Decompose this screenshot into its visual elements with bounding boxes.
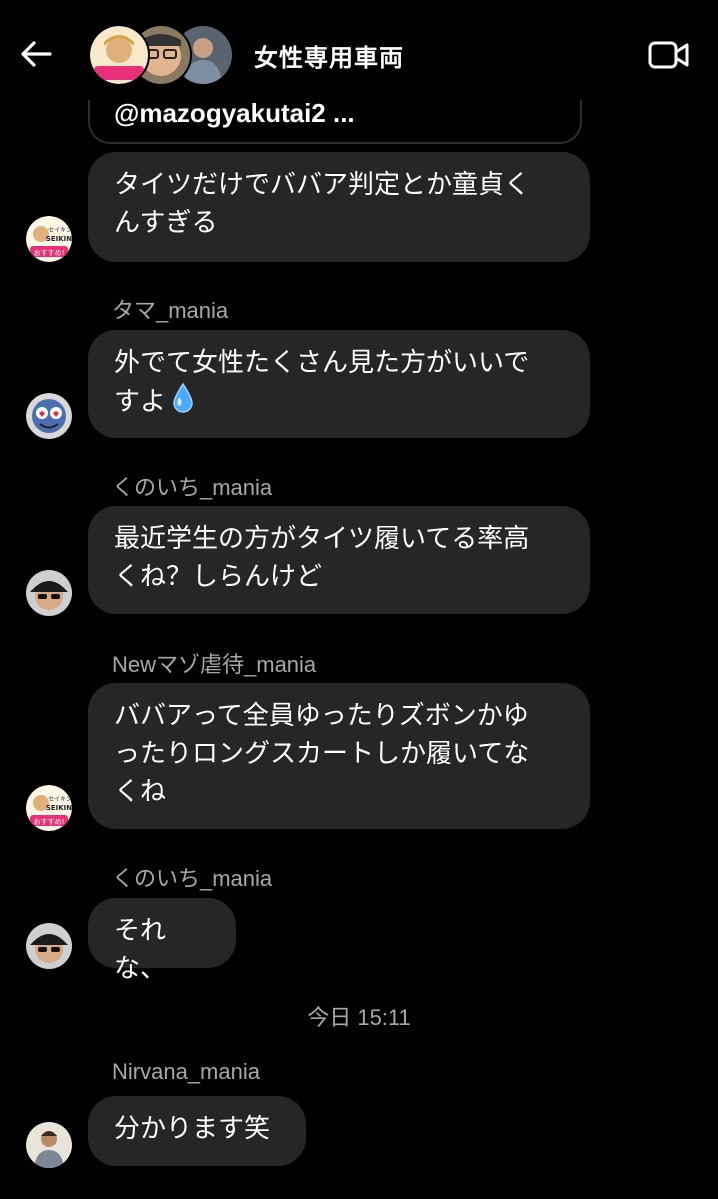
video-camera-icon[interactable] xyxy=(648,38,690,72)
avatar[interactable] xyxy=(26,923,72,969)
chat-title[interactable]: 女性専用車両 xyxy=(254,38,404,73)
arrow-left-icon[interactable] xyxy=(18,36,54,72)
chat-header: 女性専用車両 xyxy=(0,0,718,100)
message-bubble[interactable]: タイツだけでババア判定とか童貞く 外でて女性たくさん見た方がいいで すよ xyxy=(88,330,590,438)
message-bubble[interactable]: 分かります笑 xyxy=(88,1096,306,1166)
message-line: ったりロングスカートしか履いてな xyxy=(114,739,530,769)
message-line: 外でて女性たくさん見た方がいいで xyxy=(114,348,530,378)
message-line: くね？しらんけど xyxy=(114,562,323,592)
badge-bottom-text: おすすめ! xyxy=(34,249,65,257)
avatar[interactable]: セイキン SEIKIN おすすめ! xyxy=(26,785,72,831)
message-bubble[interactable]: タイツだけでババア判定とか童貞く んすぎる xyxy=(88,152,590,262)
badge-main-text: SEIKIN xyxy=(46,235,72,243)
group-avatar-seikin xyxy=(88,24,150,86)
avatar[interactable] xyxy=(26,1122,72,1168)
message-line: すよ xyxy=(114,387,167,417)
message-line: んすぎる xyxy=(114,208,218,238)
message-line: それな、 xyxy=(114,916,167,984)
avatar[interactable] xyxy=(26,393,72,439)
sender-name: Newマゾ虐待_mania xyxy=(112,652,317,677)
message-line: ババアって全員ゆったりズボンかゆ xyxy=(114,701,529,731)
message-line: 分かります笑 xyxy=(114,1114,271,1144)
sender-name: タマ_mania xyxy=(112,298,229,323)
message-line-with-emoji: すよ xyxy=(114,382,564,421)
sender-name: くのいち_mania xyxy=(112,866,273,891)
badge-top-text: セイキン xyxy=(48,227,72,234)
timestamp: 今日 15:11 xyxy=(307,1005,411,1030)
avatar[interactable]: セイキン SEIKIN おすすめ! xyxy=(26,216,72,262)
message-bubble[interactable]: それな、 xyxy=(88,898,236,984)
message-line: くね xyxy=(114,777,167,807)
droplet-icon xyxy=(173,382,193,413)
sender-name: くのいち_mania xyxy=(112,475,273,500)
group-avatars[interactable] xyxy=(88,24,238,86)
avatar[interactable] xyxy=(26,570,72,616)
badge-main-text: SEIKIN xyxy=(46,804,72,812)
message-line: タイツだけでババア判定とか童貞く xyxy=(114,170,531,200)
message-bubble[interactable]: ババアって全員ゆったりズボンかゆ ったりロングスカートしか履いてな くね xyxy=(88,683,590,829)
message-line: 最近学生の方がタイツ履いてる率高 xyxy=(114,524,530,554)
sender-name: Nirvana_mania xyxy=(112,1059,260,1084)
badge-bottom-text: おすすめ! xyxy=(34,818,65,826)
badge-top-text: セイキン xyxy=(48,796,72,803)
message-bubble[interactable]: 最近学生の方がタイツ履いてる率高 くね？しらんけど xyxy=(88,506,590,614)
quoted-message-text: @mazogyakutai2 ... xyxy=(114,98,355,128)
